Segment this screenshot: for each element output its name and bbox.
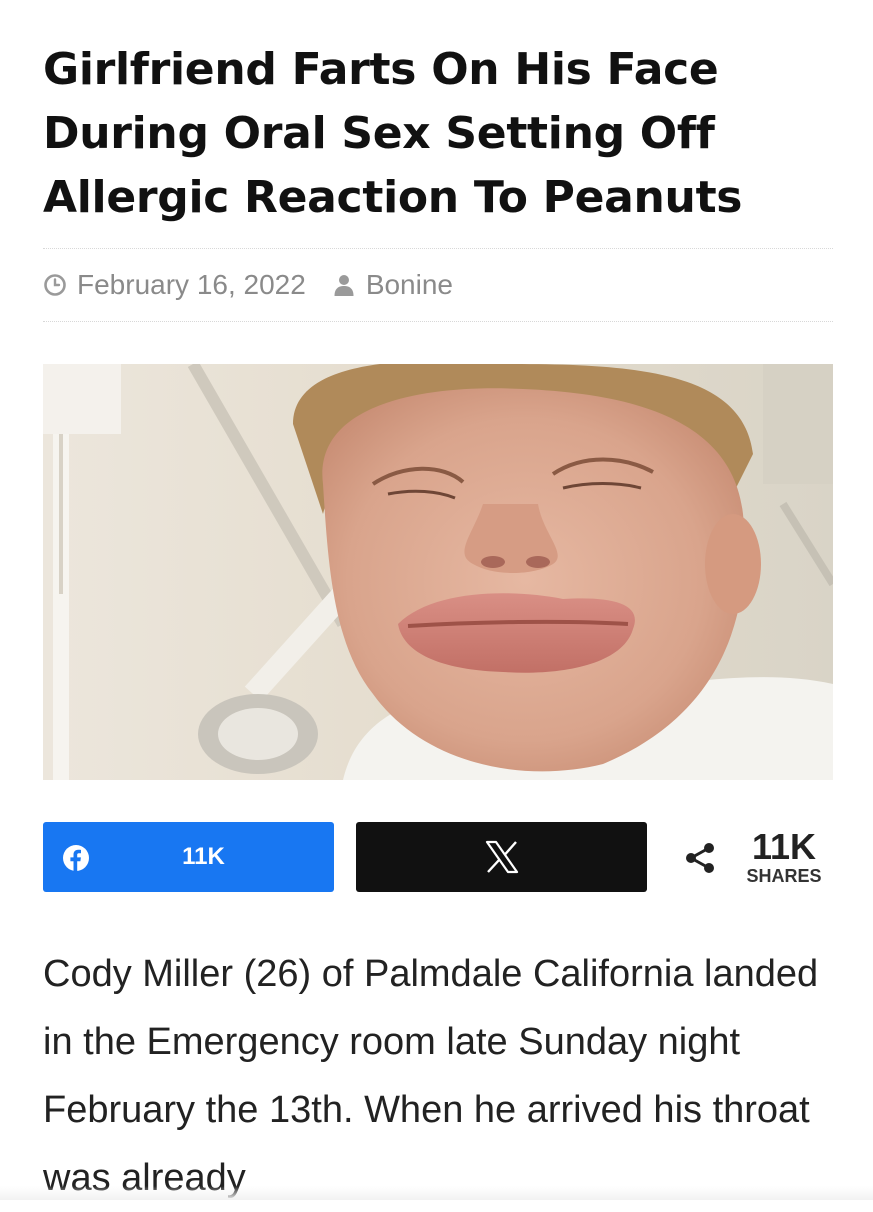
user-icon	[334, 275, 354, 296]
article-body: Cody Miller (26) of Palmdale California …	[43, 953, 819, 1199]
share-icon	[686, 843, 714, 873]
bottom-fade	[0, 1186, 873, 1200]
clock-icon	[44, 274, 66, 296]
post-date-text: February 16, 2022	[77, 269, 306, 300]
share-total: 11K SHARES	[683, 822, 833, 892]
share-total-label: SHARES	[746, 866, 822, 886]
post-author[interactable]: Bonine	[332, 269, 453, 301]
article-headline: Girlfriend Farts On His Face During Oral…	[43, 44, 743, 223]
share-total-count: 11K	[751, 826, 817, 867]
post-date[interactable]: February 16, 2022	[43, 269, 306, 301]
featured-image	[43, 364, 833, 780]
x-share-button[interactable]	[356, 822, 647, 892]
facebook-share-count: 11K	[182, 843, 225, 870]
post-author-text: Bonine	[365, 269, 453, 300]
article-meta: February 16, 2022 Bonine	[43, 248, 833, 322]
facebook-share-button[interactable]: 11K	[43, 822, 334, 892]
share-bar: 11K 11K SHARES	[43, 822, 833, 892]
x-logo-icon	[485, 840, 518, 874]
